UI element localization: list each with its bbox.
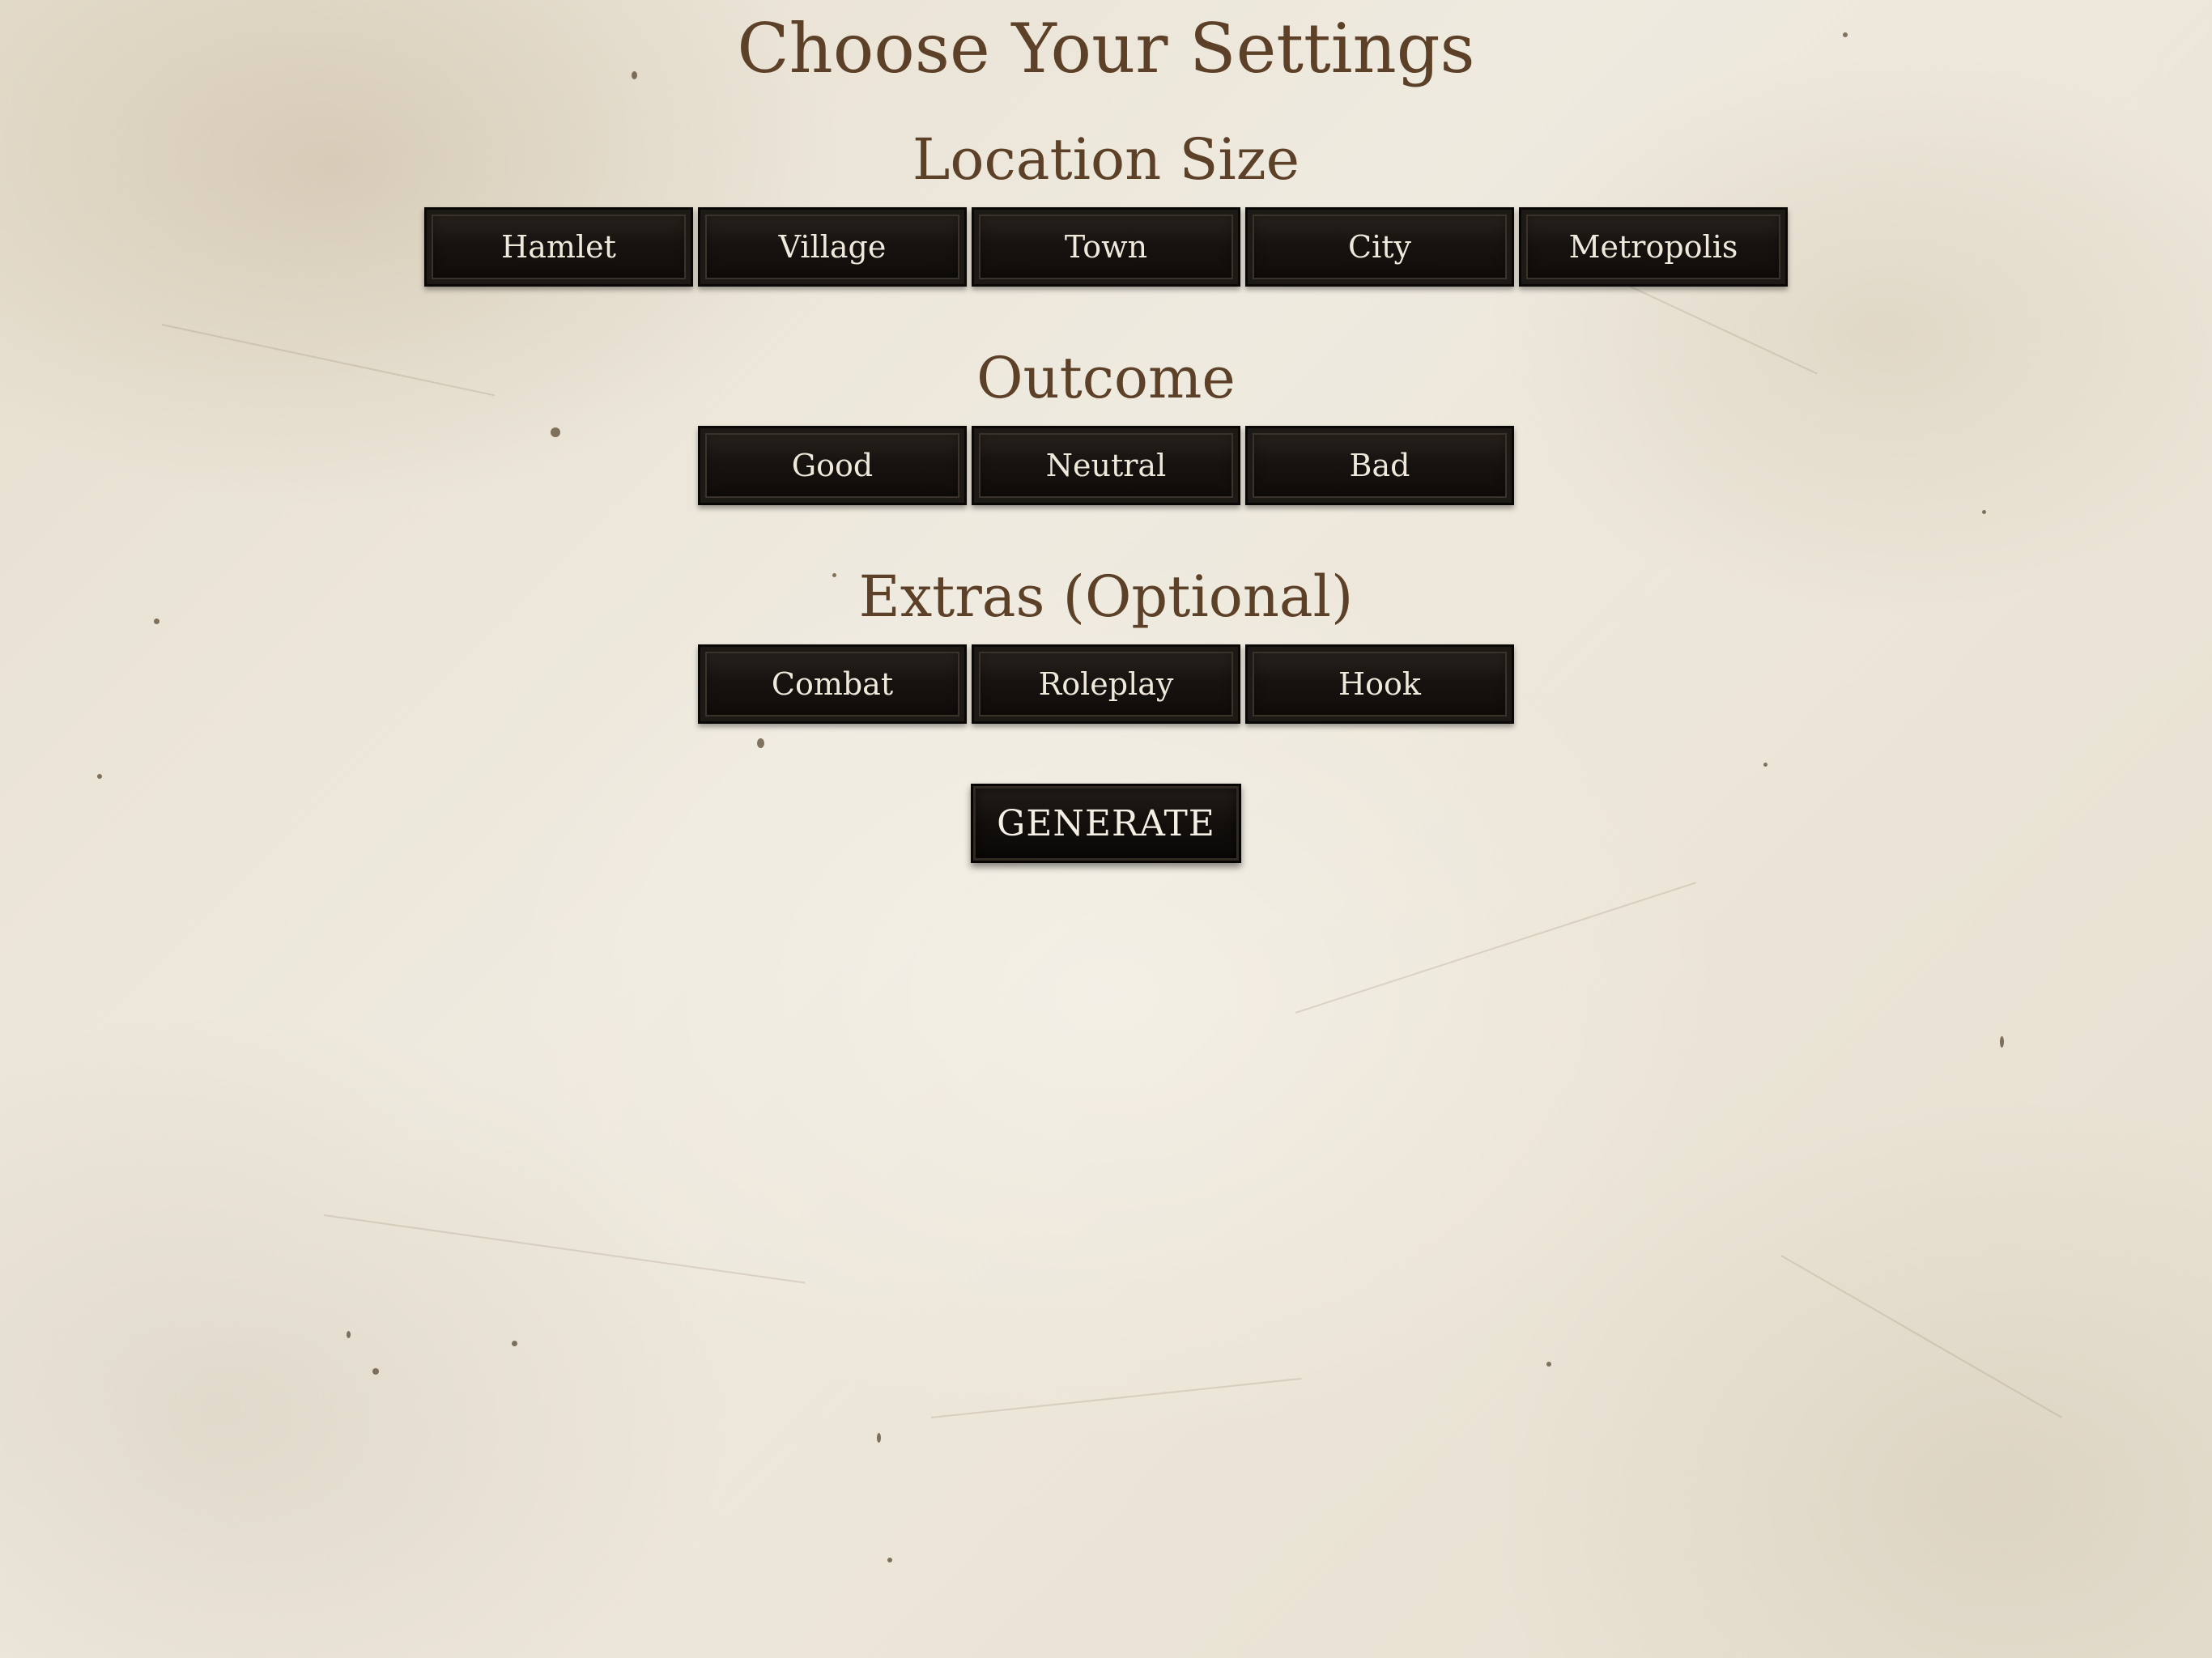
paper-speck bbox=[757, 738, 764, 748]
paper-speck bbox=[887, 1558, 892, 1562]
paper-fiber bbox=[323, 1214, 806, 1284]
paper-speck bbox=[1546, 1362, 1551, 1367]
outcome-options: Good Neutral Bad bbox=[0, 426, 2212, 505]
extras-heading: Extras (Optional) bbox=[858, 563, 1354, 630]
paper-fiber bbox=[1295, 882, 1696, 1014]
extras-roleplay-button[interactable]: Roleplay bbox=[972, 644, 1240, 724]
paper-speck bbox=[1763, 763, 1767, 767]
paper-fiber bbox=[930, 1377, 1302, 1418]
location-hamlet-button[interactable]: Hamlet bbox=[424, 207, 693, 287]
page-title: Choose Your Settings bbox=[737, 9, 1475, 88]
paper-speck bbox=[877, 1433, 881, 1443]
paper-speck bbox=[372, 1368, 379, 1375]
extras-combat-button[interactable]: Combat bbox=[698, 644, 967, 724]
paper-speck bbox=[2000, 1036, 2004, 1048]
outcome-good-button[interactable]: Good bbox=[698, 426, 967, 505]
location-size-options: Hamlet Village Town City Metropolis bbox=[0, 207, 2212, 287]
parchment-page: { "page": { "title": "Choose Your Settin… bbox=[0, 0, 2212, 1658]
paper-speck bbox=[347, 1331, 351, 1338]
paper-speck bbox=[1982, 510, 1986, 514]
generate-button[interactable]: GENERATE bbox=[971, 784, 1241, 863]
location-metropolis-button[interactable]: Metropolis bbox=[1519, 207, 1788, 287]
location-city-button[interactable]: City bbox=[1245, 207, 1514, 287]
location-size-heading: Location Size bbox=[912, 126, 1300, 193]
paper-fiber bbox=[1780, 1255, 2062, 1418]
location-town-button[interactable]: Town bbox=[972, 207, 1240, 287]
extras-hook-button[interactable]: Hook bbox=[1245, 644, 1514, 724]
paper-speck bbox=[97, 774, 102, 779]
outcome-bad-button[interactable]: Bad bbox=[1245, 426, 1514, 505]
outcome-neutral-button[interactable]: Neutral bbox=[972, 426, 1240, 505]
extras-options: Combat Roleplay Hook bbox=[0, 644, 2212, 724]
location-village-button[interactable]: Village bbox=[698, 207, 967, 287]
outcome-heading: Outcome bbox=[976, 345, 1236, 411]
paper-speck bbox=[512, 1341, 517, 1346]
